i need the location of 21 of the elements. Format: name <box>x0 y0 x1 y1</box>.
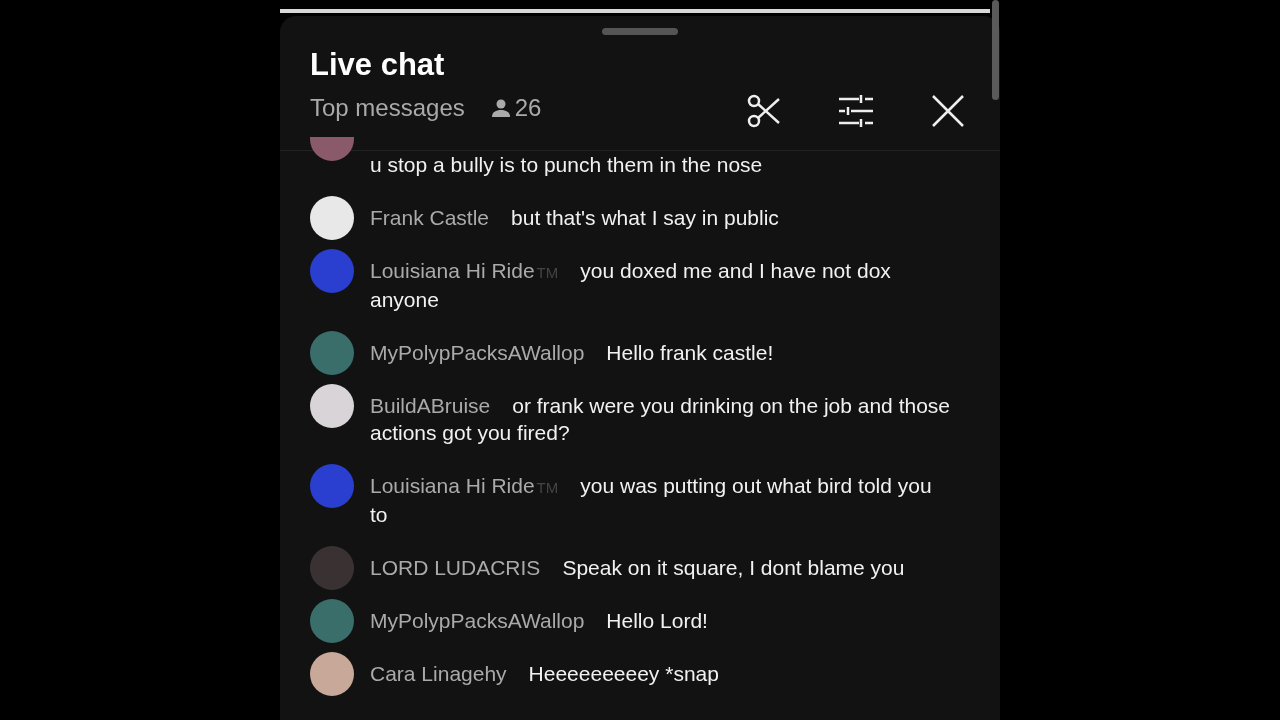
person-icon <box>490 98 511 118</box>
viewer-count: 26 <box>514 93 542 123</box>
chat-title: Live chat <box>310 46 446 84</box>
filter-label[interactable]: Top messages <box>310 91 465 125</box>
author-name[interactable]: BuildABruise <box>370 394 491 417</box>
chat-message: MyPolypPacksAWallop Hello Lord! <box>370 608 709 634</box>
author-name[interactable]: LORD LUDACRIS <box>370 556 541 579</box>
drag-handle[interactable] <box>602 28 678 35</box>
chat-message: MyPolypPacksAWallop Hello frank castle! <box>370 340 775 366</box>
chat-message: LORD LUDACRIS Speak on it square, I dont blame you <box>370 555 906 581</box>
author-name[interactable]: Frank Castle <box>370 206 490 229</box>
chat-message: Cara Linagehy Heeeeeeeeey *snap <box>370 661 720 687</box>
chat-message: u stop a bully is to punch them in the nose <box>370 152 764 178</box>
close-icon <box>931 94 965 128</box>
chat-message: Frank Castle but that's what I say in public <box>370 205 780 231</box>
sliders-icon <box>837 94 875 128</box>
author-name[interactable]: MyPolypPacksAWallop <box>370 609 585 632</box>
chat-message: BuildABruise or frank were you drinking on the job and those actions got you fired? <box>370 393 950 446</box>
author-name[interactable]: Cara Linagehy <box>370 662 507 685</box>
author-name[interactable]: MyPolypPacksAWallop <box>370 341 585 364</box>
scrollbar[interactable] <box>992 0 999 100</box>
